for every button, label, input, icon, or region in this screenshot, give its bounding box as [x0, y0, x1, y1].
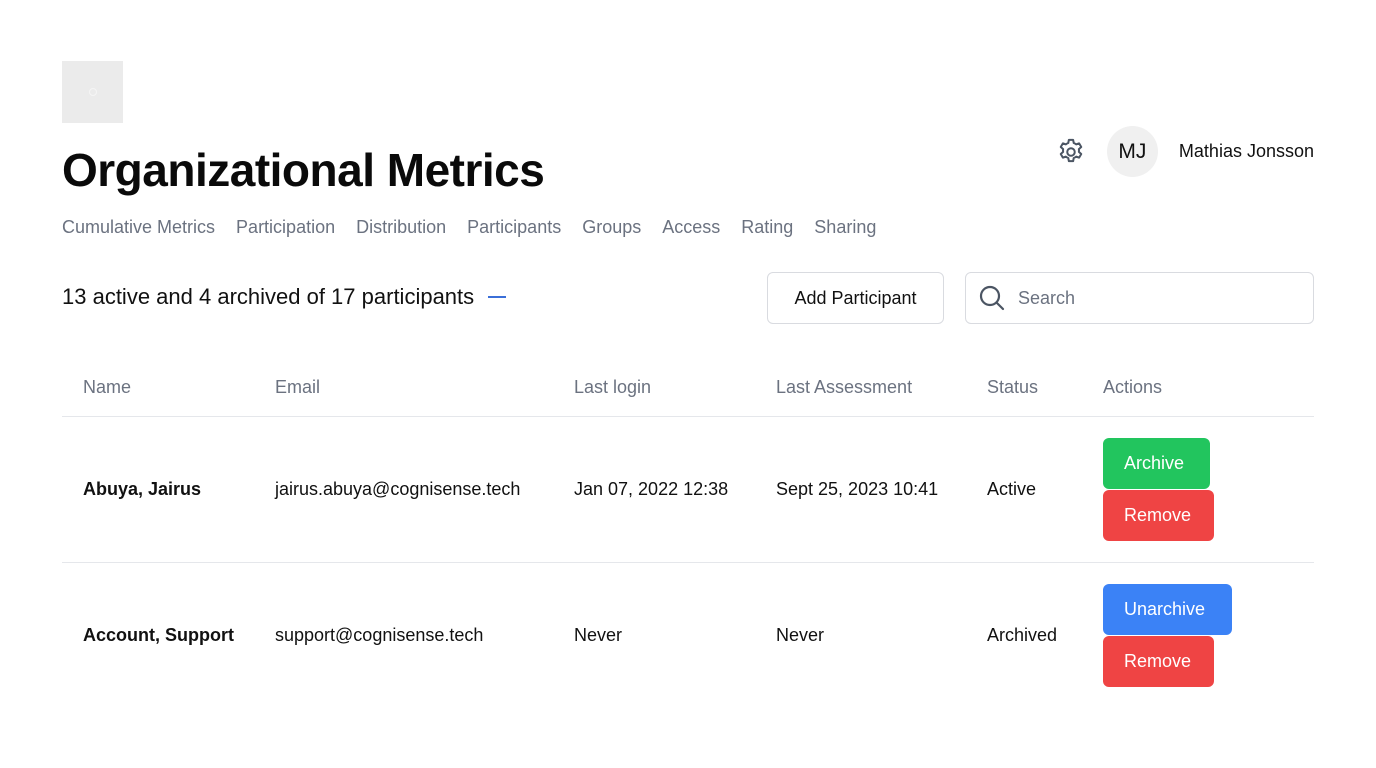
column-header-last-assessment[interactable]: Last Assessment: [776, 377, 912, 398]
column-header-last-login[interactable]: Last login: [574, 377, 651, 398]
table-row: Account, Support support@cognisense.tech…: [62, 563, 1314, 708]
user-area: MJ Mathias Jonsson: [1056, 126, 1314, 177]
search-box: [965, 272, 1314, 324]
tab-sharing[interactable]: Sharing: [814, 217, 876, 238]
archive-button[interactable]: Archive: [1103, 438, 1210, 489]
row-actions: Unarchive Remove: [1103, 584, 1232, 687]
tab-cumulative-metrics[interactable]: Cumulative Metrics: [62, 217, 215, 238]
participant-last-assessment: Never: [776, 625, 825, 645]
column-header-name[interactable]: Name: [83, 377, 131, 398]
participant-status: Active: [987, 479, 1037, 499]
row-actions: Archive Remove: [1103, 438, 1214, 541]
nav-tabs: Cumulative Metrics Participation Distrib…: [62, 217, 876, 238]
participant-email: jairus.abuya@cognisense.tech: [275, 479, 521, 499]
page-title: Organizational Metrics: [62, 144, 545, 196]
participant-last-login: Never: [574, 625, 623, 645]
tab-distribution[interactable]: Distribution: [356, 217, 446, 238]
participant-last-login: Jan 07, 2022 12:38: [574, 479, 729, 499]
logo-placeholder: [62, 61, 123, 123]
table-header: Name Email Last login Last Assessment St…: [62, 358, 1314, 417]
participant-name: Account, Support: [83, 625, 234, 645]
tab-participants[interactable]: Participants: [467, 217, 561, 238]
summary-text: 13 active and 4 archived of 17 participa…: [62, 284, 475, 309]
search-input[interactable]: [1018, 287, 1298, 309]
search-icon: [978, 284, 1006, 312]
tab-groups[interactable]: Groups: [582, 217, 641, 238]
user-name[interactable]: Mathias Jonsson: [1179, 141, 1314, 162]
tab-rating[interactable]: Rating: [741, 217, 793, 238]
participant-name: Abuya, Jairus: [83, 479, 202, 499]
gear-icon[interactable]: [1056, 137, 1086, 167]
avatar-initials: MJ: [1118, 139, 1147, 163]
column-header-actions: Actions: [1103, 376, 1163, 397]
column-header-status[interactable]: Status: [987, 377, 1038, 398]
remove-button[interactable]: Remove: [1103, 636, 1214, 687]
remove-button[interactable]: Remove: [1103, 490, 1214, 541]
tab-participation[interactable]: Participation: [236, 217, 335, 238]
placeholder-image-icon: [88, 88, 97, 96]
add-participant-button[interactable]: Add Participant: [767, 272, 944, 324]
avatar[interactable]: MJ: [1106, 126, 1158, 177]
unarchive-button[interactable]: Unarchive: [1103, 584, 1232, 635]
tab-access[interactable]: Access: [662, 217, 720, 238]
column-header-email[interactable]: Email: [275, 377, 320, 398]
participants-table: Name Email Last login Last Assessment St…: [62, 358, 1314, 708]
participant-status: Archived: [987, 625, 1058, 645]
participant-summary: 13 active and 4 archived of 17 participa…: [62, 284, 507, 310]
table-row: Abuya, Jairus jairus.abuya@cognisense.te…: [62, 417, 1314, 563]
minus-icon[interactable]: [488, 296, 507, 298]
participant-email: support@cognisense.tech: [275, 625, 484, 645]
participant-last-assessment: Sept 25, 2023 10:41: [776, 479, 939, 499]
